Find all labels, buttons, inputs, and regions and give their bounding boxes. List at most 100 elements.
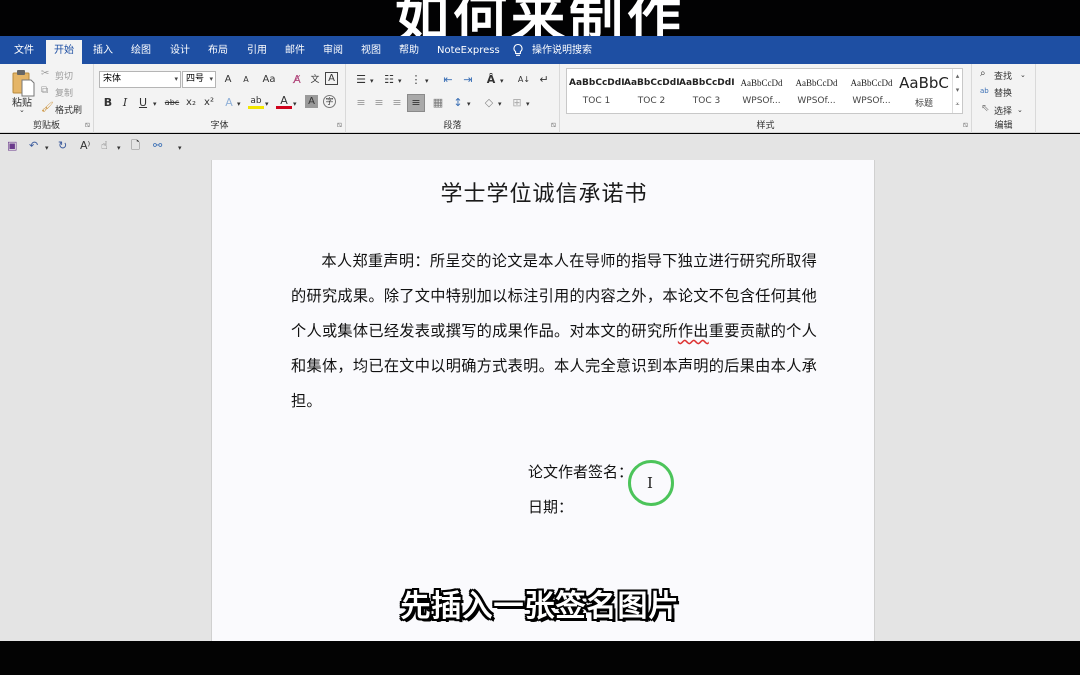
document-body[interactable]: 本人郑重声明：所呈交的论文是本人在导师的指导下独立进行研究所取得的研究成果。除了… xyxy=(291,244,817,419)
chinese-layout-icon[interactable]: Â xyxy=(483,72,499,88)
paste-icon[interactable] xyxy=(11,69,35,97)
grow-font-button[interactable]: A xyxy=(220,72,236,88)
tab-design[interactable]: 设计 xyxy=(162,40,198,64)
style-item[interactable]: AaBbCcDdI TOC 1 xyxy=(569,69,624,113)
font-color-icon[interactable]: A xyxy=(276,93,292,109)
clipboard-group: 粘贴 ⌄ ✂ 剪切 ⧉ 复制 🖌 格式刷 剪贴板 ⧅ xyxy=(0,64,94,133)
find-button[interactable]: 查找 xyxy=(994,69,1012,82)
paste-dropdown-icon[interactable]: ⌄ xyxy=(19,106,25,114)
tab-draw[interactable]: 绘图 xyxy=(123,40,159,64)
chevron-down-icon[interactable]: ▾ xyxy=(237,97,241,111)
style-item[interactable]: AaBbCcDd WPSOf... xyxy=(844,69,899,113)
scroll-up-icon[interactable]: ▴ xyxy=(953,69,962,83)
chevron-down-icon[interactable]: ⌄ xyxy=(1017,103,1023,117)
dialog-launcher-icon[interactable]: ⧅ xyxy=(337,120,342,130)
bullets-icon[interactable]: ☰ xyxy=(353,72,369,88)
font-size-value: 四号 xyxy=(186,74,205,84)
style-item[interactable]: AaBbC 标题 xyxy=(899,69,949,113)
read-aloud-icon[interactable]: A⁾ xyxy=(80,139,90,153)
tab-insert[interactable]: 插入 xyxy=(85,40,121,64)
chevron-down-icon[interactable]: ▾ xyxy=(425,74,429,88)
phonetic-guide-icon[interactable]: 文 xyxy=(307,72,323,88)
highlight-color-icon[interactable]: ab xyxy=(248,93,264,109)
dialog-launcher-icon[interactable]: ⧅ xyxy=(85,120,90,130)
scroll-down-icon[interactable]: ▾ xyxy=(953,83,962,97)
tab-help[interactable]: 帮助 xyxy=(391,40,427,64)
align-right-icon[interactable]: ≡ xyxy=(389,95,405,111)
clear-formatting-icon[interactable]: A̸ xyxy=(289,72,305,88)
borders-icon[interactable]: ⊞ xyxy=(509,95,525,111)
tab-home[interactable]: 开始 xyxy=(46,40,82,64)
more-styles-icon[interactable]: ⩡ xyxy=(953,97,962,111)
redo-icon[interactable]: ↻ xyxy=(58,139,67,153)
tell-me-search[interactable]: 操作说明搜索 xyxy=(524,40,600,64)
copy-button[interactable]: 复制 xyxy=(55,86,73,99)
show-marks-icon[interactable]: ↵ xyxy=(536,72,552,88)
chevron-down-icon[interactable]: ▾ xyxy=(265,97,269,111)
underline-button[interactable]: U xyxy=(135,95,151,111)
align-center-icon[interactable]: ≡ xyxy=(371,95,387,111)
chevron-down-icon[interactable]: ▾ xyxy=(526,97,530,111)
style-item[interactable]: AaBbCcDdI TOC 2 xyxy=(624,69,679,113)
bold-button[interactable]: B xyxy=(100,95,116,111)
undo-icon[interactable]: ↶ xyxy=(29,139,38,153)
chevron-down-icon[interactable]: ▾ xyxy=(498,97,502,111)
save-icon[interactable]: ▣ xyxy=(7,139,17,153)
change-case-button[interactable]: Aa xyxy=(257,72,281,88)
touch-mode-icon[interactable]: ☝ xyxy=(101,139,108,153)
tab-view[interactable]: 视图 xyxy=(353,40,389,64)
chevron-down-icon[interactable]: ⌄ xyxy=(1020,68,1026,82)
style-item[interactable]: AaBbCcDd WPSOf... xyxy=(789,69,844,113)
chevron-down-icon[interactable]: ▾ xyxy=(117,141,121,155)
select-button[interactable]: 选择 xyxy=(994,104,1012,117)
tab-references[interactable]: 引用 xyxy=(239,40,275,64)
shading-icon[interactable]: ◇ xyxy=(481,95,497,111)
chevron-down-icon[interactable]: ▾ xyxy=(467,97,471,111)
dialog-launcher-icon[interactable]: ⧅ xyxy=(963,120,968,130)
sort-icon[interactable]: A↓ xyxy=(516,72,532,88)
chevron-down-icon[interactable]: ▾ xyxy=(293,97,297,111)
enclose-characters-icon[interactable]: 字 xyxy=(323,95,336,108)
line-spacing-icon[interactable]: ↕ xyxy=(450,95,466,111)
italic-button[interactable]: I xyxy=(117,95,133,111)
style-item[interactable]: AaBbCcDdI TOC 3 xyxy=(679,69,734,113)
subscript-button[interactable]: x₂ xyxy=(183,95,199,111)
tab-noteexpress[interactable]: NoteExpress xyxy=(429,40,508,64)
tab-layout[interactable]: 布局 xyxy=(200,40,236,64)
tab-review[interactable]: 审阅 xyxy=(315,40,351,64)
shrink-font-button[interactable]: A xyxy=(238,72,254,88)
customize-qat-icon[interactable]: ▾ xyxy=(178,141,182,155)
numbering-icon[interactable]: ☷ xyxy=(381,72,397,88)
binoculars-icon[interactable]: ⚯ xyxy=(153,139,162,153)
styles-gallery-scroll[interactable]: ▴ ▾ ⩡ xyxy=(952,69,962,113)
chevron-down-icon[interactable]: ▾ xyxy=(45,141,49,155)
decrease-indent-icon[interactable]: ⇤ xyxy=(440,72,456,88)
tab-mailings[interactable]: 邮件 xyxy=(277,40,313,64)
strikethrough-button[interactable]: abc xyxy=(163,95,181,111)
superscript-button[interactable]: x² xyxy=(201,95,217,111)
font-name-combo[interactable]: 宋体 ▾ xyxy=(99,71,181,88)
print-preview-icon[interactable]: 🗋 xyxy=(131,139,140,153)
character-border-icon[interactable]: A xyxy=(325,72,338,85)
style-item[interactable]: AaBbCcDd WPSOf... xyxy=(734,69,789,113)
chevron-down-icon[interactable]: ▾ xyxy=(370,74,374,88)
cut-button[interactable]: 剪切 xyxy=(55,69,73,82)
distributed-icon[interactable]: ▦ xyxy=(430,95,446,111)
chevron-down-icon[interactable]: ▾ xyxy=(398,74,402,88)
chevron-down-icon[interactable]: ▾ xyxy=(153,97,157,111)
justify-icon[interactable]: ≡ xyxy=(407,94,425,112)
multilevel-list-icon[interactable]: ⋮ xyxy=(408,72,424,88)
replace-button[interactable]: 替换 xyxy=(994,86,1012,99)
dialog-launcher-icon[interactable]: ⧅ xyxy=(551,120,556,130)
chevron-down-icon[interactable]: ▾ xyxy=(500,74,504,88)
font-size-combo[interactable]: 四号 ▾ xyxy=(182,71,216,88)
font-color-swatch xyxy=(276,106,292,109)
increase-indent-icon[interactable]: ⇥ xyxy=(460,72,476,88)
text-effects-icon[interactable]: A xyxy=(221,95,237,111)
spelling-flag[interactable]: 作出 xyxy=(678,322,709,340)
tab-file[interactable]: 文件 xyxy=(6,40,42,64)
character-shading-icon[interactable]: A xyxy=(305,95,318,108)
format-painter-button[interactable]: 格式刷 xyxy=(55,103,82,116)
align-left-icon[interactable]: ≡ xyxy=(353,95,369,111)
document-page[interactable]: 学士学位诚信承诺书 本人郑重声明：所呈交的论文是本人在导师的指导下独立进行研究所… xyxy=(211,160,875,641)
